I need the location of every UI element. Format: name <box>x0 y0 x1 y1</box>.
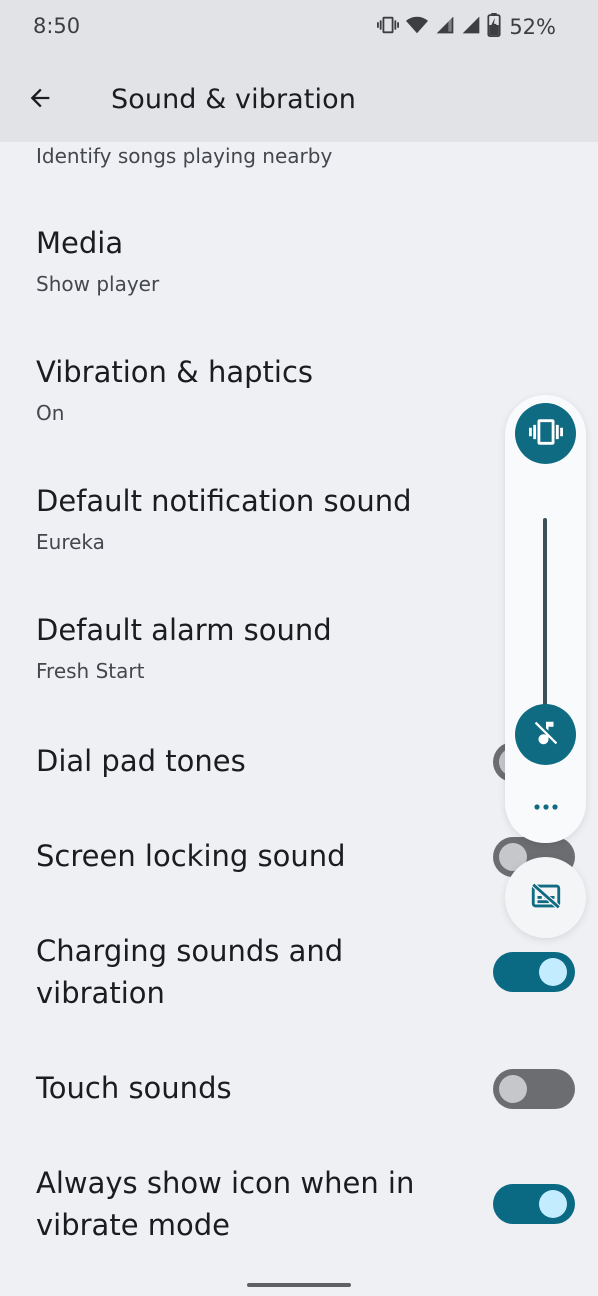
always-show-icon-title-line2: vibrate mode <box>36 1208 230 1242</box>
volume-slider-thumb[interactable] <box>515 704 576 765</box>
navigation-handle[interactable] <box>247 1283 351 1287</box>
screen-locking-sound-title: Screen locking sound <box>36 839 346 873</box>
music-off-icon <box>531 718 561 752</box>
always-show-icon-switch[interactable] <box>493 1184 575 1224</box>
vibration-haptics-title: Vibration & haptics <box>36 355 314 389</box>
app-bar: Sound & vibration <box>0 56 598 142</box>
more-options-button[interactable] <box>525 791 566 821</box>
signal-icon <box>461 14 481 40</box>
switch-knob <box>539 958 567 986</box>
alarm-sound-subtitle: Fresh Start <box>36 659 145 683</box>
wifi-icon <box>405 14 429 40</box>
notification-sound-title: Default notification sound <box>36 484 412 518</box>
live-caption-button[interactable] <box>505 857 586 938</box>
arrow-back-icon <box>26 84 54 116</box>
always-show-icon-title-line1: Always show icon when in <box>36 1166 415 1200</box>
now-playing-item[interactable]: Identify songs playing nearby <box>0 142 598 180</box>
status-icons: 52% <box>377 13 556 41</box>
vibration-haptics-subtitle: On <box>36 401 65 425</box>
ringer-mode-button[interactable] <box>515 403 576 464</box>
battery-charging-icon <box>487 13 501 41</box>
more-horiz-icon <box>533 797 559 816</box>
volume-panel <box>505 395 586 843</box>
vibrate-icon <box>377 14 400 40</box>
alarm-sound-title: Default alarm sound <box>36 613 332 647</box>
touch-sounds-switch[interactable] <box>493 1069 575 1109</box>
vibrate-icon <box>528 415 563 453</box>
media-item[interactable]: Media Show player <box>0 210 598 320</box>
touch-sounds-item[interactable]: Touch sounds <box>0 1059 598 1139</box>
dial-pad-tones-title: Dial pad tones <box>36 744 246 778</box>
now-playing-subtitle: Identify songs playing nearby <box>36 144 333 168</box>
captions-off-icon <box>529 879 563 917</box>
media-subtitle: Show player <box>36 272 160 296</box>
switch-knob <box>499 1075 527 1103</box>
status-time: 8:50 <box>33 14 81 38</box>
charging-sounds-switch[interactable] <box>493 952 575 992</box>
screen: 8:50 52% Sound & vibration Identify song… <box>0 0 598 1296</box>
notification-sound-subtitle: Eureka <box>36 530 105 554</box>
always-show-icon-item[interactable]: Always show icon when in vibrate mode <box>0 1154 598 1254</box>
page-title: Sound & vibration <box>111 84 356 115</box>
charging-sounds-title-line1: Charging sounds and <box>36 934 344 968</box>
back-button[interactable] <box>18 78 62 122</box>
battery-percentage: 52% <box>509 15 556 39</box>
switch-knob <box>539 1190 567 1218</box>
signal-icon <box>435 14 455 40</box>
media-title: Media <box>36 226 124 260</box>
touch-sounds-title: Touch sounds <box>36 1071 232 1105</box>
status-bar: 8:50 52% <box>0 0 598 56</box>
charging-sounds-item[interactable]: Charging sounds and vibration <box>0 922 598 1022</box>
charging-sounds-title-line2: vibration <box>36 976 165 1010</box>
